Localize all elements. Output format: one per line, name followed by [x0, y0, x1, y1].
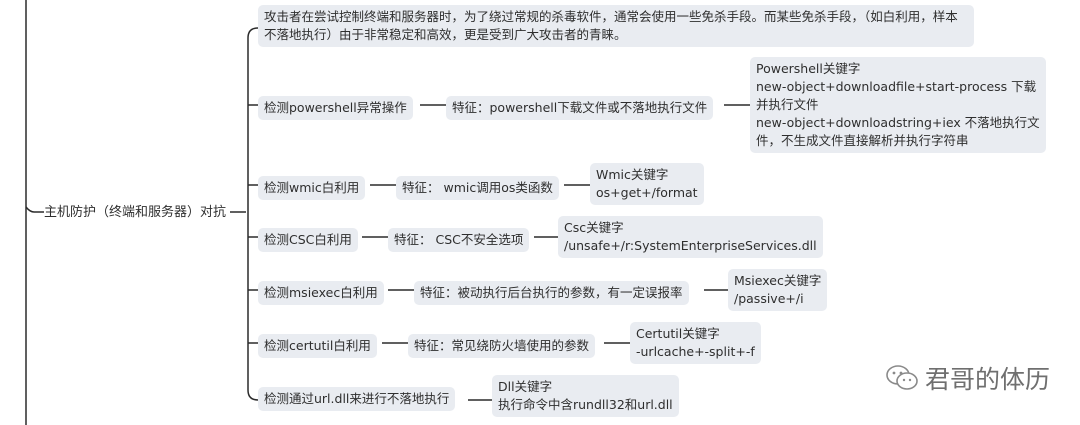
detect-node-url-dll: 检测通过url.dll来进行不落地执行	[258, 387, 456, 411]
wechat-icon	[886, 365, 918, 390]
feature-node-wmic: 特征： wmic调用os类函数	[396, 176, 559, 200]
keyword-node-csc: Csc关键字 /unsafe+/r:SystemEnterpriseServic…	[558, 216, 823, 258]
feature-node-msiexec: 特征：被动执行后台执行的参数，有一定误报率	[414, 281, 689, 305]
keyword-node-wmic: Wmic关键字 os+get+/format	[590, 163, 704, 205]
feature-node-certutil: 特征：常见绕防火墙使用的参数	[408, 334, 596, 358]
keyword-node-powershell: Powershell关键字 new-object+downloadfile+st…	[750, 57, 1046, 153]
keyword-node-url-dll: Dll关键字 执行命令中含rundll32和url.dll	[492, 375, 679, 417]
detect-node-powershell: 检测powershell异常操作	[258, 96, 413, 120]
keyword-node-certutil: Certutil关键字 -urlcache+-split+-f	[630, 322, 761, 364]
watermark: 君哥的体历	[885, 360, 1050, 396]
detect-node-wmic: 检测wmic白利用	[258, 176, 366, 200]
detect-node-msiexec: 检测msiexec白利用	[258, 281, 384, 305]
keyword-node-msiexec: Msiexec关键字 /passive+/i	[728, 269, 828, 311]
feature-node-powershell: 特征：powershell下载文件或不落地执行文件	[446, 96, 714, 120]
detect-node-certutil: 检测certutil白利用	[258, 334, 377, 358]
intro-node: 攻击者在尝试控制终端和服务器时，为了绕过常规的杀毒软件，通常会使用一些免杀手段。…	[258, 5, 974, 47]
feature-node-csc: 特征： CSC不安全选项	[388, 228, 530, 252]
root-node: 主机防护（终端和服务器）对抗	[44, 205, 227, 220]
detect-node-csc: 检测CSC白利用	[258, 228, 358, 252]
mindmap-canvas: 主机防护（终端和服务器）对抗 攻击者在尝试控制终端和服务器时，为了绕过常规的杀毒…	[0, 0, 1080, 425]
watermark-text: 君哥的体历	[924, 365, 1050, 394]
